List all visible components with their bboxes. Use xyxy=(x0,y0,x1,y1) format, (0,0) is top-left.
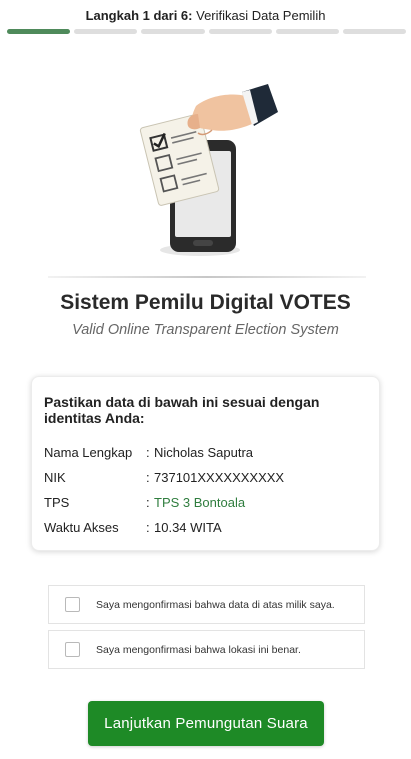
progress-segment-6 xyxy=(342,29,407,34)
progress-segment-4 xyxy=(208,29,272,34)
field-colon: : xyxy=(146,470,150,485)
divider xyxy=(48,276,366,278)
field-colon: : xyxy=(146,520,150,535)
confirm-location-checkbox[interactable] xyxy=(65,642,80,657)
field-value-name: Nicholas Saputra xyxy=(154,445,253,460)
page-title: Sistem Pemilu Digital VOTES xyxy=(60,291,351,314)
field-label: NIK xyxy=(44,470,66,485)
voter-data-card: Pastikan data di bawah ini sesuai dengan… xyxy=(31,376,380,551)
progress-segment-5 xyxy=(275,29,339,34)
field-value-time: 10.34 WITA xyxy=(154,520,222,535)
step-title: Verifikasi Data Pemilih xyxy=(196,8,326,23)
step-counter: Langkah 1 dari 6: xyxy=(85,8,193,23)
confirm-data-label[interactable]: Saya mengonfirmasi bahwa data di atas mi… xyxy=(96,599,335,611)
confirm-location-option[interactable]: Saya mengonfirmasi bahwa lokasi ini bena… xyxy=(48,630,365,669)
confirm-data-checkbox[interactable] xyxy=(65,597,80,612)
field-label: Waktu Akses xyxy=(44,520,119,535)
field-label: TPS xyxy=(44,495,70,510)
phone-voting-ballot-illustration xyxy=(139,84,278,256)
field-colon: : xyxy=(146,495,150,510)
progress-segment-1 xyxy=(7,29,71,34)
page-subtitle: Valid Online Transparent Election System xyxy=(72,322,339,338)
confirm-data-option[interactable]: Saya mengonfirmasi bahwa data di atas mi… xyxy=(48,585,365,624)
card-heading: Pastikan data di bawah ini sesuai dengan… xyxy=(44,394,320,426)
field-label: Nama Lengkap xyxy=(44,445,133,460)
progress-bar xyxy=(7,29,407,34)
field-value-tps: TPS 3 Bontoala xyxy=(154,495,246,510)
field-colon: : xyxy=(146,445,150,460)
continue-voting-button[interactable]: Lanjutkan Pemungutan Suara xyxy=(88,701,324,746)
progress-segment-2 xyxy=(74,29,138,34)
progress-segment-3 xyxy=(141,29,205,34)
step-indicator: Langkah 1 dari 6: Verifikasi Data Pemili… xyxy=(0,8,411,23)
field-value-nik: 737101XXXXXXXXXX xyxy=(154,470,285,485)
confirm-location-label[interactable]: Saya mengonfirmasi bahwa lokasi ini bena… xyxy=(96,644,301,656)
